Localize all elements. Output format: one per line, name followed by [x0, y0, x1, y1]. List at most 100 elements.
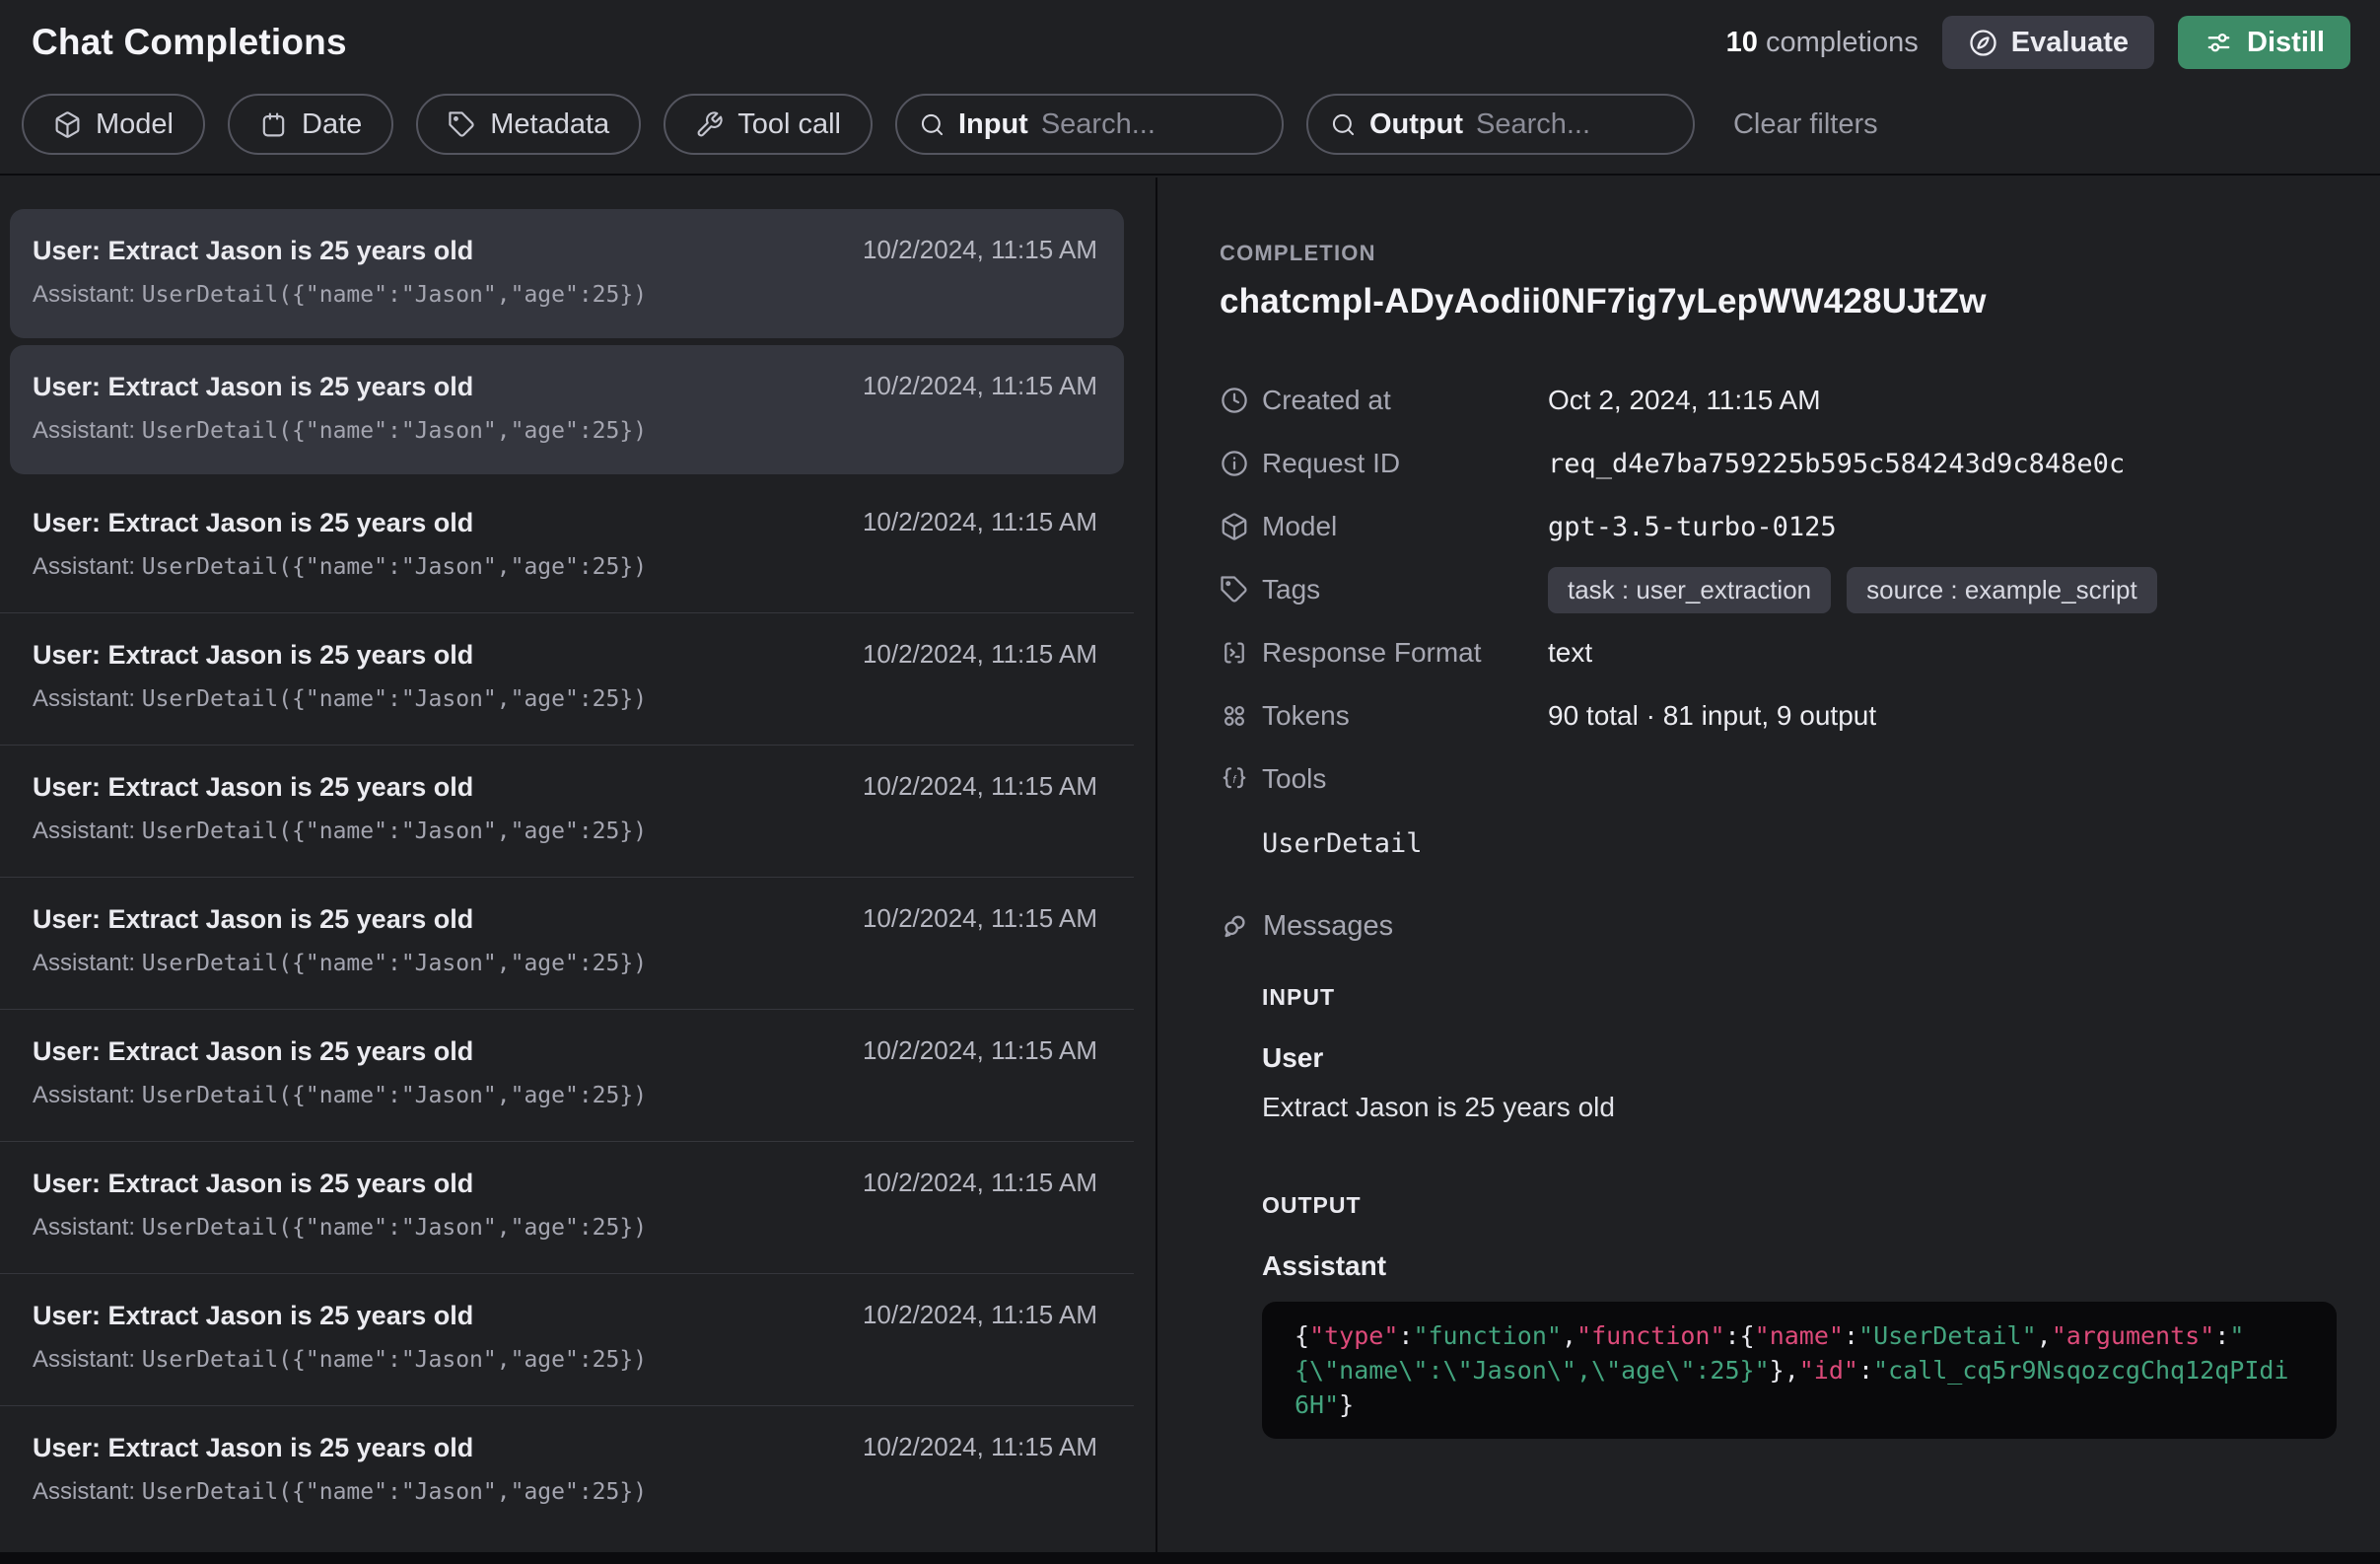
- input-search[interactable]: Input: [895, 94, 1284, 155]
- item-assistant-text: Assistant: UserDetail({"name":"Jason","a…: [33, 417, 1097, 445]
- field-label: Tags: [1262, 574, 1548, 605]
- item-user-text: User: Extract Jason is 25 years old: [33, 371, 473, 402]
- item-user-text: User: Extract Jason is 25 years old: [33, 1432, 473, 1463]
- completion-list-item-selected[interactable]: User: Extract Jason is 25 years old10/2/…: [10, 209, 1124, 338]
- info-icon: [1220, 449, 1249, 478]
- assistant-tool-call-code: {"type":"function","function":{"name":"U…: [1262, 1302, 2337, 1439]
- output-search-field[interactable]: [1476, 108, 1671, 141]
- filter-pill-tool-call[interactable]: Tool call: [664, 94, 873, 155]
- field-value: gpt-3.5-turbo-0125: [1548, 512, 1837, 542]
- completion-list-item[interactable]: User: Extract Jason is 25 years old 10/2/…: [0, 613, 1134, 746]
- topbar: Chat Completions 10 completions Evaluate…: [0, 0, 2380, 176]
- item-user-text: User: Extract Jason is 25 years old: [33, 235, 473, 266]
- metadata-fields: Created atOct 2, 2024, 11:15 AMRequest I…: [1220, 369, 2341, 811]
- page-title: Chat Completions: [32, 22, 347, 63]
- code-line: {"type":"function","function":{"name":"U…: [1295, 1318, 2304, 1353]
- item-timestamp: 10/2/2024, 11:15 AM: [863, 1432, 1097, 1462]
- messages-label: Messages: [1263, 910, 1393, 943]
- completion-list-item[interactable]: User: Extract Jason is 25 years old 10/2/…: [0, 1274, 1134, 1406]
- window-bottom-edge: [0, 1552, 2380, 1564]
- completion-list-item[interactable]: User: Extract Jason is 25 years old 10/2/…: [0, 1406, 1134, 1538]
- content-area: User: Extract Jason is 25 years old 10/2/…: [0, 178, 2380, 1552]
- completions-count-label: completions: [1766, 27, 1919, 58]
- item-timestamp: 10/2/2024, 11:15 AM: [863, 639, 1097, 670]
- field-label: Model: [1262, 511, 1548, 542]
- tokens-icon: [1220, 701, 1249, 731]
- messages-icon: [1220, 911, 1250, 942]
- assistant-role-label: Assistant: [1262, 1250, 2341, 1282]
- tag-chips: task : user_extraction source : example_s…: [1548, 567, 2157, 613]
- field-value: 90 total · 81 input, 9 output: [1548, 700, 1876, 732]
- tag-chip: task : user_extraction: [1548, 567, 1831, 613]
- distill-button-label: Distill: [2247, 27, 2325, 59]
- filter-pill-model[interactable]: Model: [22, 94, 205, 155]
- completion-list-item[interactable]: User: Extract Jason is 25 years old 10/2/…: [0, 1142, 1134, 1274]
- filter-bar: ModelDateMetadataTool call Input Output …: [22, 94, 1878, 155]
- distill-sliders-icon: [2204, 28, 2234, 58]
- completions-count: 10 completions: [1726, 27, 1919, 59]
- tag-icon: [448, 110, 476, 139]
- field-label: Tools: [1262, 763, 1548, 795]
- field-value: req_d4e7ba759225b595c584243d9c848e0c: [1548, 449, 2125, 479]
- completion-list-item[interactable]: User: Extract Jason is 25 years old10/2/…: [0, 746, 1134, 878]
- completion-list-item-selected[interactable]: User: Extract Jason is 25 years old 10/2/…: [10, 345, 1124, 474]
- item-timestamp: 10/2/2024, 11:15 AM: [863, 771, 1097, 802]
- filter-pill-date[interactable]: Date: [228, 94, 393, 155]
- evaluate-button-label: Evaluate: [2011, 27, 2129, 59]
- output-search-label: Output: [1369, 108, 1463, 141]
- item-assistant-text: Assistant: UserDetail({"name":"Jason","a…: [33, 685, 1097, 713]
- tag-chip: source : example_script: [1847, 567, 2157, 613]
- messages-content: INPUT User Extract Jason is 25 years old…: [1262, 984, 2341, 1439]
- item-timestamp: 10/2/2024, 11:15 AM: [863, 903, 1097, 934]
- item-timestamp: 10/2/2024, 11:15 AM: [863, 371, 1097, 401]
- output-search[interactable]: Output: [1306, 94, 1695, 155]
- completion-list-item[interactable]: User: Extract Jason is 25 years old 10/2/…: [0, 481, 1134, 613]
- filter-pill-label: Tool call: [737, 108, 841, 141]
- input-search-label: Input: [958, 108, 1028, 141]
- item-assistant-text: Assistant: UserDetail({"name":"Jason","a…: [33, 553, 1097, 581]
- messages-section-header: Messages: [1220, 910, 2341, 943]
- item-assistant-text: Assistant: UserDetail({"name":"Jason","a…: [33, 281, 1097, 309]
- item-assistant-text: Assistant: UserDetail({"name":"Jason","a…: [33, 1082, 1097, 1109]
- chat-completions-page: Chat Completions 10 completions Evaluate…: [0, 0, 2380, 1564]
- field-row-request-id: Request IDreq_d4e7ba759225b595c584243d9c…: [1220, 432, 2341, 495]
- item-assistant-text: Assistant: UserDetail({"name":"Jason","a…: [33, 950, 1097, 977]
- item-user-text: User: Extract Jason is 25 years old: [33, 1300, 473, 1331]
- item-user-text: User: Extract Jason is 25 years old: [33, 639, 473, 671]
- calendar-icon: [259, 110, 288, 139]
- completion-list-item[interactable]: User: Extract Jason is 25 years old10/2/…: [0, 1010, 1134, 1142]
- filter-pill-metadata[interactable]: Metadata: [416, 94, 641, 155]
- svg-text:f: f: [1232, 774, 1237, 786]
- item-timestamp: 10/2/2024, 11:15 AM: [863, 1300, 1097, 1330]
- tag-icon: [1220, 575, 1249, 604]
- field-row-created-at: Created atOct 2, 2024, 11:15 AM: [1220, 369, 2341, 432]
- code-line: {\"name\":\"Jason\",\"age\":25}"},"id":"…: [1295, 1353, 2304, 1387]
- evaluate-button[interactable]: Evaluate: [1942, 16, 2154, 69]
- input-search-field[interactable]: [1041, 108, 1260, 141]
- user-message-text: Extract Jason is 25 years old: [1262, 1092, 2341, 1123]
- completion-list-item[interactable]: User: Extract Jason is 25 years old10/2/…: [0, 878, 1134, 1010]
- filter-pill-label: Model: [96, 108, 174, 141]
- item-user-text: User: Extract Jason is 25 years old: [33, 1168, 473, 1199]
- field-value: Oct 2, 2024, 11:15 AM: [1548, 385, 1821, 416]
- distill-button[interactable]: Distill: [2178, 16, 2350, 69]
- field-label: Response Format: [1262, 637, 1548, 669]
- field-label: Request ID: [1262, 448, 1548, 479]
- filter-pill-label: Date: [302, 108, 362, 141]
- response-format-icon: [1220, 638, 1249, 668]
- tool-item-userdetail[interactable]: UserDetail: [1262, 828, 2341, 859]
- item-timestamp: 10/2/2024, 11:15 AM: [863, 1168, 1097, 1198]
- topbar-actions: 10 completions Evaluate Distill: [1726, 16, 2350, 69]
- code-line: 6H"}: [1295, 1387, 2304, 1422]
- item-user-text: User: Extract Jason is 25 years old: [33, 1035, 473, 1067]
- clock-icon: [1220, 386, 1249, 415]
- field-row-tokens: Tokens90 total · 81 input, 9 output: [1220, 684, 2341, 747]
- item-user-text: User: Extract Jason is 25 years old: [33, 507, 473, 538]
- output-section-label: OUTPUT: [1262, 1192, 2341, 1219]
- item-timestamp: 10/2/2024, 11:15 AM: [863, 507, 1097, 537]
- evaluate-compass-icon: [1968, 28, 1998, 58]
- field-label: Tokens: [1262, 700, 1548, 732]
- item-assistant-text: Assistant: UserDetail({"name":"Jason","a…: [33, 1214, 1097, 1242]
- clear-filters-link[interactable]: Clear filters: [1733, 108, 1878, 141]
- item-assistant-text: Assistant: UserDetail({"name":"Jason","a…: [33, 818, 1097, 845]
